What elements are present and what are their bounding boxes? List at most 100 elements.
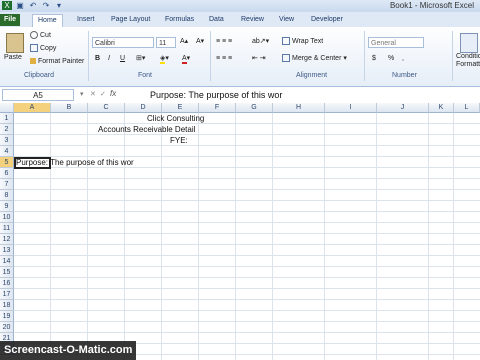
column-header[interactable]: E <box>162 103 199 113</box>
format-painter-button[interactable]: Format Painter <box>30 57 84 67</box>
gridline <box>376 113 377 360</box>
redo-icon[interactable]: ↷ <box>41 1 51 10</box>
column-header[interactable]: G <box>236 103 273 113</box>
gridline <box>87 113 88 360</box>
row-header[interactable]: 8 <box>0 190 14 201</box>
column-header[interactable]: K <box>429 103 454 113</box>
italic-button[interactable]: I <box>108 54 110 64</box>
active-cell-selection[interactable] <box>14 157 51 169</box>
conditional-formatting-button[interactable]: Conditional Formatting <box>456 53 480 69</box>
column-header[interactable]: A <box>14 103 51 113</box>
row-header[interactable]: 16 <box>0 278 14 289</box>
row-header[interactable]: 9 <box>0 201 14 212</box>
tab-review[interactable]: Review <box>236 14 269 26</box>
indent-icon[interactable]: ⇤ ⇥ <box>252 54 266 64</box>
row-header[interactable]: 7 <box>0 179 14 190</box>
customize-toolbar-icon[interactable]: ▾ <box>54 1 64 10</box>
top-align-icon[interactable]: ≡ ≡ ≡ <box>216 37 232 47</box>
tab-home[interactable]: Home <box>32 14 63 27</box>
save-icon[interactable]: ▣ <box>15 1 25 10</box>
formula-input[interactable]: Purpose: The purpose of this wor <box>150 89 282 101</box>
currency-button[interactable]: $ <box>372 54 376 64</box>
row-header[interactable]: 17 <box>0 289 14 300</box>
gridline <box>428 113 429 360</box>
row-header[interactable]: 2 <box>0 124 14 135</box>
gridline <box>324 113 325 360</box>
column-header[interactable]: I <box>325 103 377 113</box>
bold-button[interactable]: B <box>95 54 100 64</box>
tab-view[interactable]: View <box>274 14 299 26</box>
font-color-icon[interactable]: A▾ <box>182 54 190 64</box>
gridline <box>14 123 480 124</box>
row-header[interactable]: 6 <box>0 168 14 179</box>
row-header[interactable]: 13 <box>0 245 14 256</box>
insert-function-button[interactable]: fx <box>110 89 116 98</box>
column-header[interactable]: H <box>273 103 325 113</box>
row-header[interactable]: 11 <box>0 223 14 234</box>
column-header[interactable]: F <box>199 103 236 113</box>
name-box-dropdown-icon[interactable]: ▾ <box>80 90 84 100</box>
column-header[interactable]: D <box>125 103 162 113</box>
grow-font-icon[interactable]: A▴ <box>180 37 188 47</box>
percent-button[interactable]: % <box>388 54 394 64</box>
gridline <box>14 277 480 278</box>
tab-insert[interactable]: Insert <box>72 14 100 26</box>
shrink-font-icon[interactable]: A▾ <box>196 37 204 47</box>
row-header[interactable]: 18 <box>0 300 14 311</box>
gridline <box>124 113 125 360</box>
row-header[interactable]: 12 <box>0 234 14 245</box>
row-header[interactable]: 4 <box>0 146 14 157</box>
column-header[interactable]: B <box>51 103 88 113</box>
paste-button[interactable]: Paste <box>4 53 22 63</box>
tab-formulas[interactable]: Formulas <box>160 14 199 26</box>
cut-label: Cut <box>40 32 51 39</box>
worksheet-grid[interactable]: A B C D E F G H I J K L 1 2 3 4 5 6 7 8 … <box>0 103 480 360</box>
cell-d3[interactable]: FYE: <box>170 135 188 146</box>
tab-page-layout[interactable]: Page Layout <box>106 14 155 26</box>
column-header[interactable]: J <box>377 103 429 113</box>
row-header[interactable]: 20 <box>0 322 14 333</box>
row-header[interactable]: 15 <box>0 267 14 278</box>
column-header[interactable]: C <box>88 103 125 113</box>
name-box[interactable]: A5 <box>2 89 74 101</box>
undo-icon[interactable]: ↶ <box>28 1 38 10</box>
gridline <box>14 255 480 256</box>
gridline <box>161 113 162 360</box>
conditional-formatting-icon[interactable] <box>460 33 478 53</box>
merge-center-button[interactable]: Merge & Center ▾ <box>282 54 347 64</box>
row-header[interactable]: 19 <box>0 311 14 322</box>
font-group-label: Font <box>138 72 153 79</box>
font-size-combo[interactable]: 11 <box>156 37 176 48</box>
gridline <box>14 178 480 179</box>
cell-d1[interactable]: Click Consulting <box>147 113 204 124</box>
row-header[interactable]: 1 <box>0 113 14 124</box>
select-all-corner[interactable] <box>0 103 14 113</box>
row-header[interactable]: 3 <box>0 135 14 146</box>
cut-button[interactable]: Cut <box>30 31 51 41</box>
cell-d2[interactable]: Accounts Receivable Detail <box>98 124 195 135</box>
comma-button[interactable]: , <box>402 54 404 64</box>
paste-icon[interactable] <box>6 33 24 53</box>
gridline <box>14 200 480 201</box>
tab-developer[interactable]: Developer <box>306 14 348 26</box>
fill-color-icon[interactable]: ◈▾ <box>160 54 169 64</box>
cancel-entry-icon[interactable]: ✕ <box>90 90 96 100</box>
row-header[interactable]: 10 <box>0 212 14 223</box>
row-header[interactable]: 5 <box>0 157 14 168</box>
row-header[interactable]: 14 <box>0 256 14 267</box>
orientation-icon[interactable]: ab↗▾ <box>252 37 269 47</box>
gridline <box>14 233 480 234</box>
tab-file[interactable]: File <box>0 14 20 26</box>
borders-icon[interactable]: ⊞▾ <box>136 54 145 64</box>
underline-button[interactable]: U <box>120 54 125 64</box>
copy-button[interactable]: Copy <box>30 44 56 54</box>
confirm-entry-icon[interactable]: ✓ <box>100 90 106 100</box>
font-name-combo[interactable]: Calibri <box>92 37 154 48</box>
wrap-text-button[interactable]: Wrap Text <box>282 37 323 47</box>
ribbon-home: Paste Cut Copy Format Painter Clipboard … <box>0 27 480 87</box>
tab-data[interactable]: Data <box>204 14 229 26</box>
left-align-icon[interactable]: ≡ ≡ ≡ <box>216 54 232 64</box>
number-format-combo[interactable]: General <box>368 37 424 48</box>
gridline <box>14 189 480 190</box>
column-header[interactable]: L <box>454 103 480 113</box>
